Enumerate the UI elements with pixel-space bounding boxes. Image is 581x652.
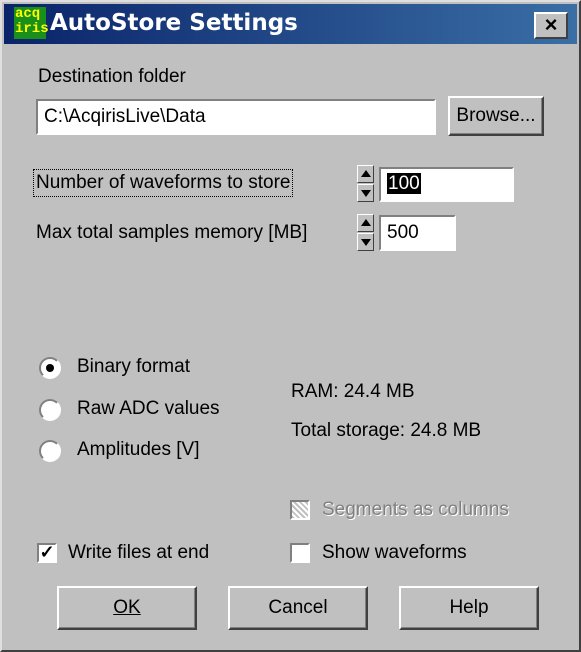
- write-files-at-end-label: Write files at end: [68, 542, 210, 563]
- segments-as-columns-checkbox: [290, 500, 310, 520]
- show-waveforms-label: Show waveforms: [322, 542, 467, 563]
- max-memory-input[interactable]: 500: [379, 215, 456, 251]
- waveforms-count-value: 100: [387, 173, 421, 194]
- amplitudes-label: Amplitudes [V]: [77, 439, 200, 460]
- raw-adc-values-radio[interactable]: [39, 399, 61, 421]
- raw-adc-values-label: Raw ADC values: [77, 398, 220, 419]
- browse-button[interactable]: Browse...: [448, 96, 544, 136]
- close-button[interactable]: ×: [534, 12, 568, 39]
- acqiris-logo-icon: acq iris: [14, 6, 49, 39]
- binary-format-label: Binary format: [77, 356, 190, 377]
- write-files-at-end-checkbox[interactable]: ✓: [37, 543, 57, 563]
- autostore-settings-dialog: acq iris AutoStore Settings × Destinatio…: [0, 0, 581, 652]
- ram-readout: RAM: 24.4 MB: [291, 381, 415, 402]
- waveforms-decrement-icon[interactable]: [357, 184, 374, 202]
- binary-format-radio[interactable]: [39, 357, 61, 379]
- show-waveforms-checkbox[interactable]: [290, 543, 310, 563]
- title-bar[interactable]: acq iris AutoStore Settings ×: [4, 4, 577, 44]
- waveforms-count-label: Number of waveforms to store: [32, 169, 294, 197]
- amplitudes-radio[interactable]: [39, 440, 61, 462]
- ok-button[interactable]: OK: [57, 586, 197, 630]
- window-title: AutoStore Settings: [50, 10, 298, 36]
- waveforms-count-spinner[interactable]: [357, 165, 374, 202]
- cancel-button[interactable]: Cancel: [228, 586, 368, 630]
- destination-folder-label: Destination folder: [38, 66, 186, 87]
- help-button[interactable]: Help: [399, 586, 539, 630]
- memory-increment-icon[interactable]: [357, 214, 374, 232]
- max-memory-label: Max total samples memory [MB]: [36, 222, 308, 243]
- segments-as-columns-label: Segments as columns: [322, 499, 509, 520]
- memory-decrement-icon[interactable]: [357, 233, 374, 251]
- waveforms-count-input[interactable]: 100: [379, 167, 514, 202]
- ok-button-label: OK: [113, 597, 141, 618]
- waveforms-increment-icon[interactable]: [357, 165, 374, 183]
- max-memory-spinner[interactable]: [357, 214, 374, 251]
- total-storage-readout: Total storage: 24.8 MB: [291, 420, 482, 441]
- destination-folder-input[interactable]: C:\AcqirisLive\Data: [36, 99, 436, 135]
